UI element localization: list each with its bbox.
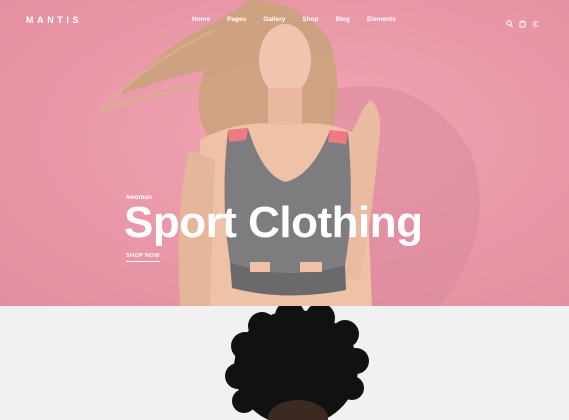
hero-title: Sport Clothing (124, 198, 423, 247)
hero-banner: MANTIS Home Pages Gallery Shop Blog Elem… (0, 0, 569, 306)
header-icons (506, 15, 539, 28)
nav-pages[interactable]: Pages (227, 16, 246, 23)
secondary-banner (0, 306, 569, 420)
site-header: MANTIS Home Pages Gallery Shop Blog Elem… (0, 0, 569, 42)
menu-icon[interactable] (532, 15, 539, 27)
nav-elements[interactable]: Elements (367, 16, 396, 23)
cart-icon[interactable] (519, 15, 526, 28)
search-icon[interactable] (506, 15, 513, 28)
brand-logo[interactable]: MANTIS (26, 15, 82, 25)
shop-now-link[interactable]: SHOP NOW (126, 253, 160, 262)
nav-blog[interactable]: Blog (336, 16, 350, 23)
male-model-photo (225, 306, 369, 420)
hero-model-photo (98, 0, 480, 306)
nav-home[interactable]: Home (192, 16, 210, 23)
nav-shop[interactable]: Shop (302, 16, 318, 23)
main-nav: Home Pages Gallery Shop Blog Elements (192, 16, 413, 23)
nav-gallery[interactable]: Gallery (263, 16, 285, 23)
